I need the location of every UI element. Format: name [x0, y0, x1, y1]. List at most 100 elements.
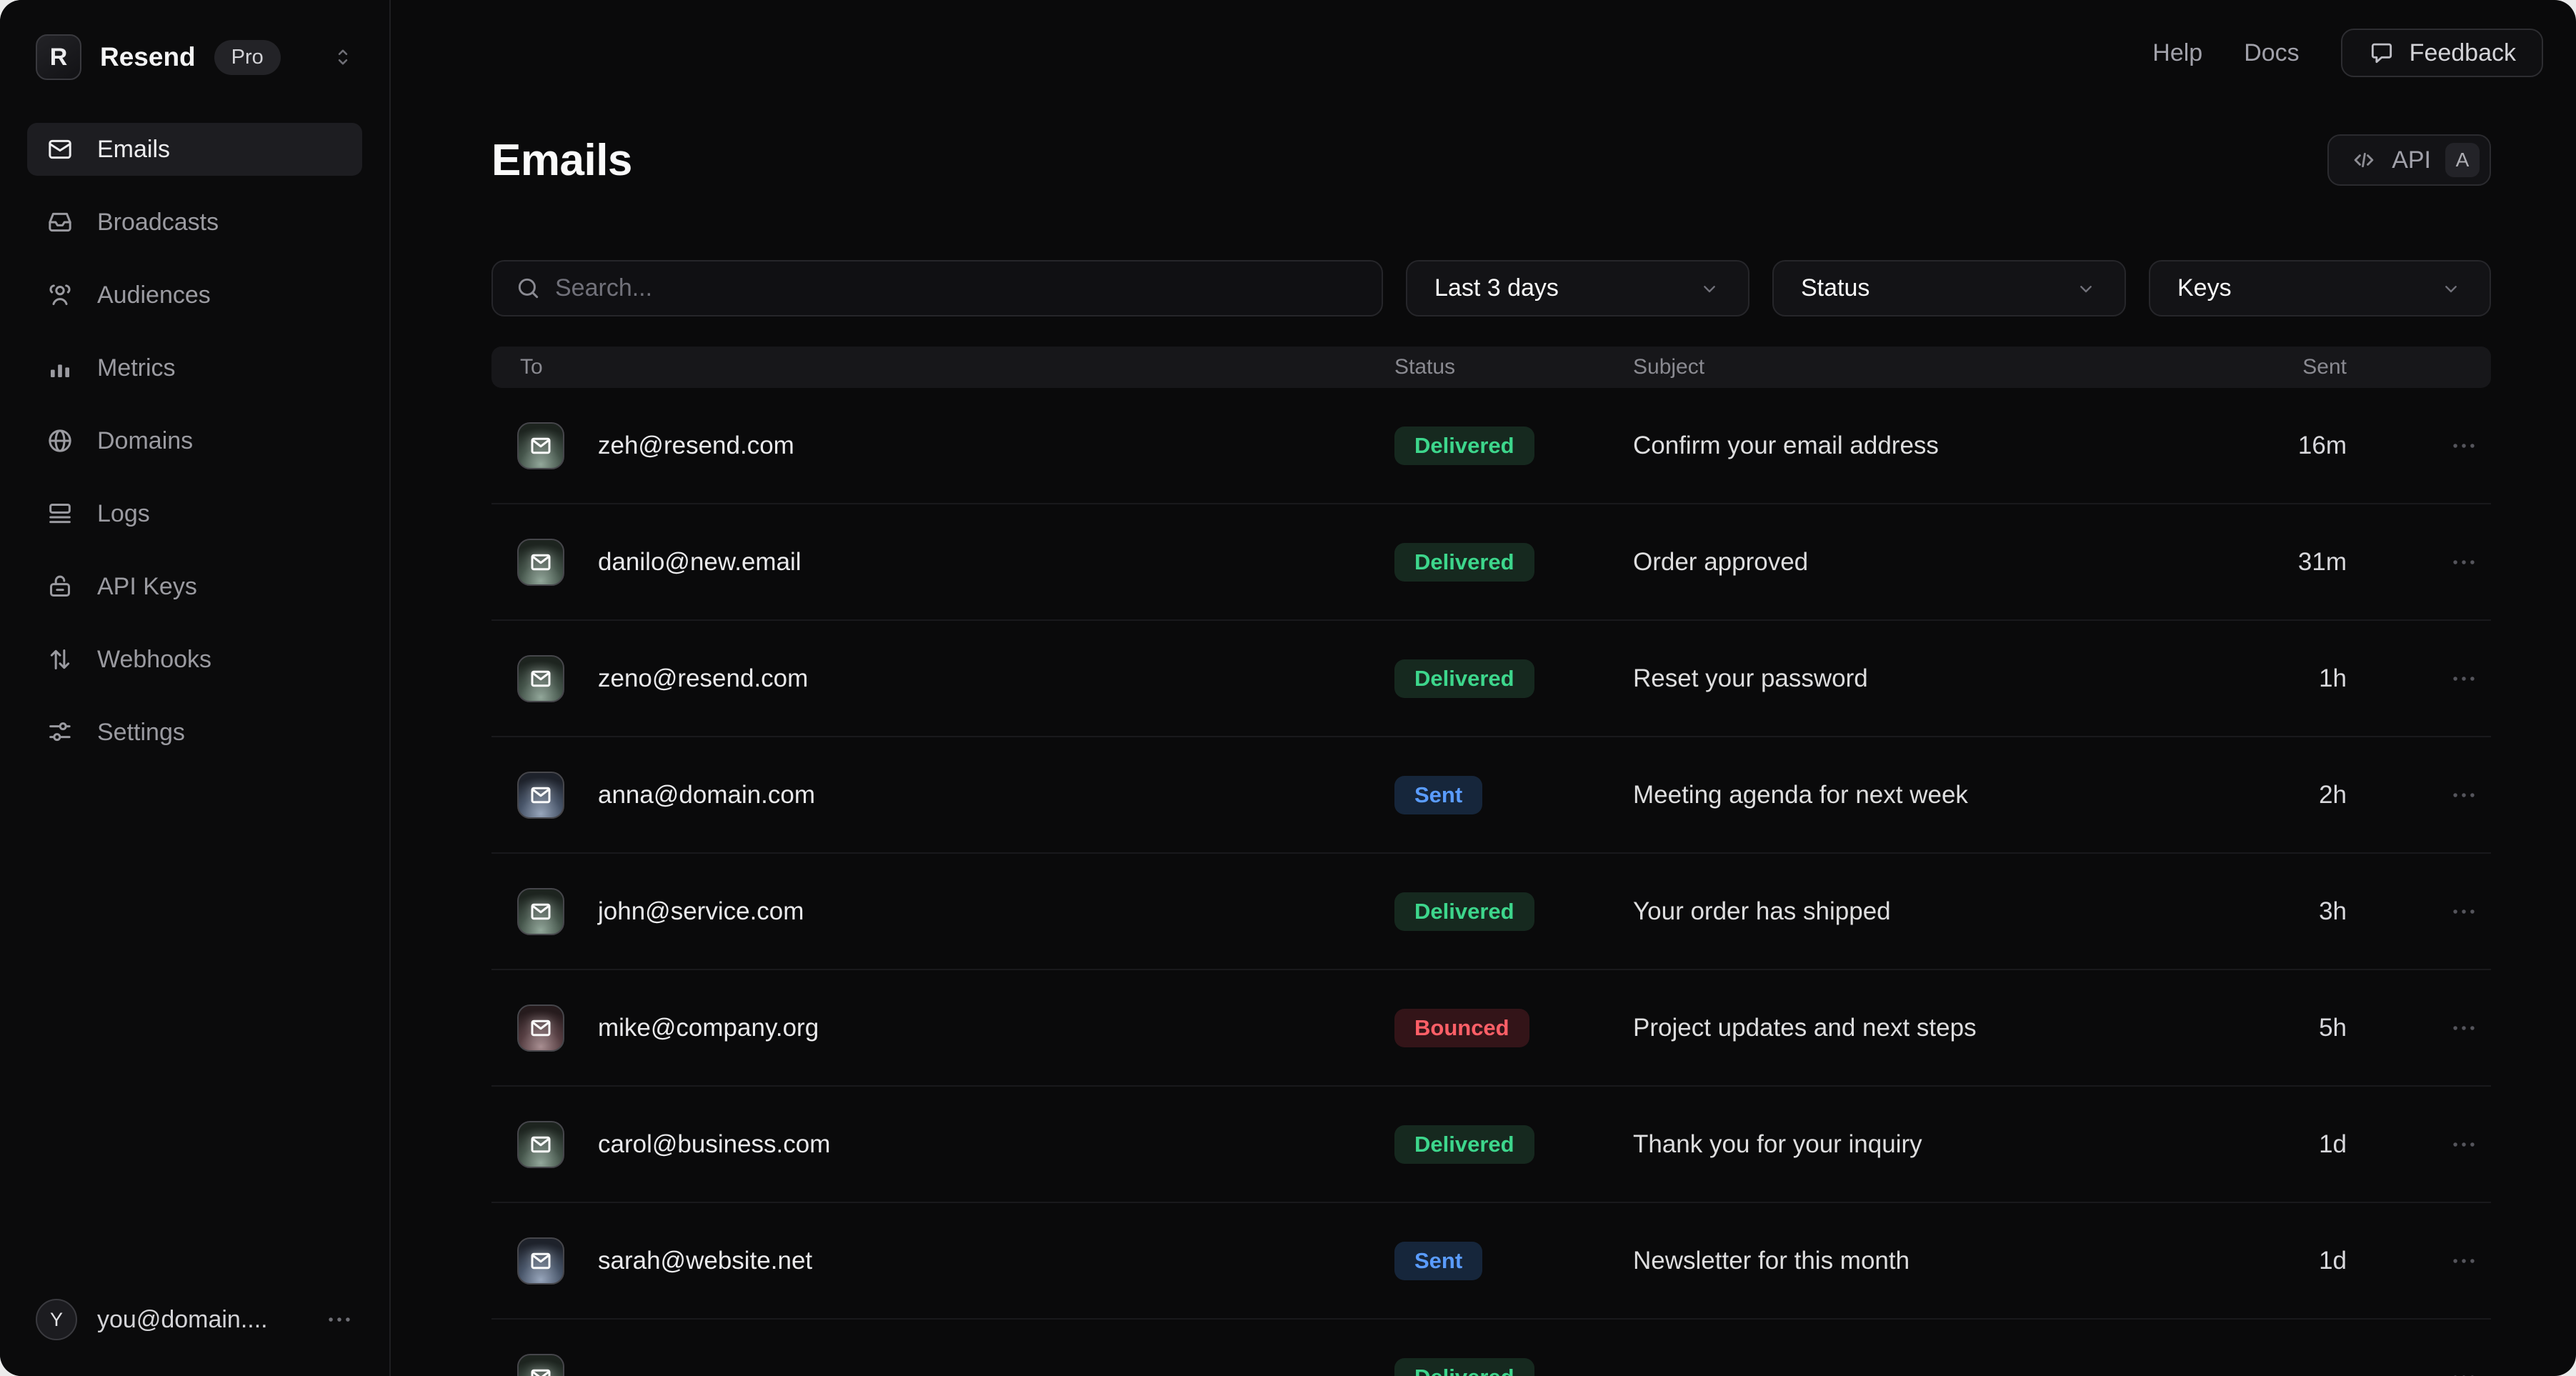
row-menu-ellipsis-icon[interactable] [2445, 1126, 2482, 1163]
sidebar-item-broadcasts[interactable]: Broadcasts [27, 196, 362, 249]
sidebar-item-api-keys[interactable]: API Keys [27, 560, 362, 613]
table-row[interactable]: carol@business.com Delivered Thank you f… [491, 1087, 2491, 1203]
sidebar-item-label: Metrics [97, 354, 176, 382]
help-link[interactable]: Help [2152, 39, 2202, 67]
status-badge-wrap: Sent [1394, 1242, 1482, 1280]
shortcut-key-badge: A [2445, 143, 2480, 177]
audiences-icon [46, 281, 74, 309]
row-menu-ellipsis-icon[interactable] [2445, 777, 2482, 814]
table-row[interactable]: Delivered [491, 1320, 2491, 1376]
table-header: To Status Subject Sent [491, 347, 2491, 388]
recipient-email: sarah@website.net [598, 1247, 812, 1275]
table-row[interactable]: anna@domain.com Sent Meeting agenda for … [491, 737, 2491, 854]
sidebar-item-label: Emails [97, 136, 170, 164]
workspace-name: Resend [100, 42, 196, 72]
table-row[interactable]: john@service.com Delivered Your order ha… [491, 854, 2491, 970]
sidebar-item-label: API Keys [97, 573, 197, 601]
chevrons-updown-icon[interactable] [331, 45, 355, 69]
emails-table: To Status Subject Sent zeh@resend.com De… [491, 347, 2491, 1376]
sent-time: 2h [2319, 781, 2347, 809]
sidebar-item-logs[interactable]: Logs [27, 487, 362, 540]
search-icon [514, 274, 542, 302]
email-status-icon [517, 772, 564, 819]
page-title: Emails [491, 135, 632, 186]
table-row[interactable]: zeh@resend.com Delivered Confirm your em… [491, 388, 2491, 504]
row-menu-ellipsis-icon[interactable] [2445, 660, 2482, 697]
sidebar-nav: Emails Broadcasts Audiences Metrics Doma… [0, 114, 389, 779]
docs-link[interactable]: Docs [2244, 39, 2299, 67]
sent-time: 3h [2319, 897, 2347, 926]
email-subject: Order approved [1633, 548, 1808, 577]
sidebar-item-label: Audiences [97, 281, 211, 309]
filter-status-label: Status [1801, 274, 1869, 302]
email-subject: Thank you for your inquiry [1633, 1130, 1922, 1159]
sidebar-item-label: Broadcasts [97, 209, 219, 236]
workspace-switcher[interactable]: R Resend Pro [0, 0, 389, 114]
recipient-email: john@service.com [598, 897, 804, 926]
recipient-email: carol@business.com [598, 1130, 830, 1159]
table-row[interactable]: danilo@new.email Delivered Order approve… [491, 504, 2491, 621]
api-keys-icon [46, 572, 74, 601]
email-status-icon [517, 539, 564, 586]
settings-icon [46, 718, 74, 747]
column-header-subject: Subject [1633, 355, 1704, 379]
feedback-bubble-icon [2368, 39, 2395, 66]
api-button-label: API [2392, 146, 2431, 174]
main-content: Emails API A Last 3 days Status Keys [391, 0, 2576, 1376]
recipient-email: mike@company.org [598, 1014, 819, 1042]
email-status-icon [517, 1121, 564, 1168]
sidebar-item-label: Settings [97, 719, 185, 747]
email-subject: Newsletter for this month [1633, 1247, 1909, 1275]
filter-date-range-label: Last 3 days [1434, 274, 1559, 302]
resend-logo: R [36, 34, 81, 80]
status-badge-wrap: Delivered [1394, 543, 1534, 582]
column-header-status: Status [1394, 355, 1455, 379]
row-menu-ellipsis-icon[interactable] [2445, 544, 2482, 581]
sidebar-item-webhooks[interactable]: Webhooks [27, 633, 362, 686]
user-account[interactable]: Y you@domain.... [0, 1270, 389, 1376]
filter-status[interactable]: Status [1772, 260, 2126, 316]
status-badge: Delivered [1394, 659, 1534, 698]
filter-keys[interactable]: Keys [2149, 260, 2491, 316]
status-badge: Delivered [1394, 1125, 1534, 1164]
table-row[interactable]: zeno@resend.com Delivered Reset your pas… [491, 621, 2491, 737]
row-menu-ellipsis-icon[interactable] [2445, 1359, 2482, 1376]
status-badge: Delivered [1394, 892, 1534, 931]
sidebar-item-emails[interactable]: Emails [27, 123, 362, 176]
filter-date-range[interactable]: Last 3 days [1406, 260, 1749, 316]
broadcasts-icon [46, 208, 74, 236]
recipient-email: zeh@resend.com [598, 432, 794, 460]
email-subject: Confirm your email address [1633, 432, 1939, 460]
envelope-icon [528, 1132, 554, 1157]
plan-badge: Pro [214, 40, 281, 75]
row-menu-ellipsis-icon[interactable] [2445, 1009, 2482, 1047]
sidebar-item-settings[interactable]: Settings [27, 706, 362, 759]
search-input[interactable] [554, 274, 1360, 303]
sidebar-item-domains[interactable]: Domains [27, 414, 362, 467]
sidebar-item-audiences[interactable]: Audiences [27, 269, 362, 321]
recipient-email: danilo@new.email [598, 548, 802, 577]
status-badge-wrap: Delivered [1394, 659, 1534, 698]
chevron-down-icon [2440, 277, 2462, 300]
email-subject: Your order has shipped [1633, 897, 1891, 926]
chevron-down-icon [2075, 277, 2097, 300]
row-menu-ellipsis-icon[interactable] [2445, 427, 2482, 464]
sidebar-item-metrics[interactable]: Metrics [27, 341, 362, 394]
status-badge-wrap: Delivered [1394, 1358, 1534, 1376]
title-row: Emails API A [491, 0, 2491, 186]
sidebar-item-label: Logs [97, 500, 150, 528]
ellipsis-icon[interactable] [324, 1304, 355, 1335]
table-row[interactable]: mike@company.org Bounced Project updates… [491, 970, 2491, 1087]
envelope-icon [528, 1365, 554, 1376]
api-button[interactable]: API A [2327, 134, 2491, 186]
feedback-button[interactable]: Feedback [2341, 29, 2543, 77]
email-status-icon [517, 1004, 564, 1052]
column-header-to: To [520, 355, 543, 379]
feedback-label: Feedback [2410, 39, 2516, 67]
domains-icon [46, 427, 74, 455]
table-row[interactable]: sarah@website.net Sent Newsletter for th… [491, 1203, 2491, 1320]
row-menu-ellipsis-icon[interactable] [2445, 1242, 2482, 1280]
envelope-icon [528, 899, 554, 924]
row-menu-ellipsis-icon[interactable] [2445, 893, 2482, 930]
status-badge: Bounced [1394, 1009, 1529, 1047]
